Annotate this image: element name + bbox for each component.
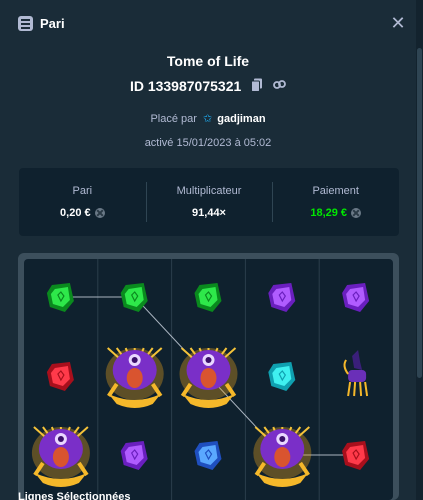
placed-by: Placé par ✩ gadjiman: [0, 112, 416, 125]
activated-date: activé 15/01/2023 à 05:02: [144, 137, 272, 149]
slot-grid-svg: [31, 259, 370, 500]
star-icon: ✩: [202, 113, 213, 125]
close-icon: ✕: [390, 13, 406, 33]
stat-label: Paiement: [312, 185, 359, 197]
green-gem-symbol: [120, 283, 148, 312]
stat-payout: Paiement 18,29 €: [272, 168, 399, 236]
purple-gem-symbol: [120, 441, 148, 470]
slot-board: [18, 253, 399, 500]
casino-list-icon: [18, 16, 33, 31]
selected-lines-label: Lignes Sélectionnées: [18, 491, 131, 500]
pharaoh-symbol: [253, 426, 312, 487]
pharaoh-symbol: [31, 426, 90, 487]
modal-header: Pari ✕: [0, 0, 416, 48]
scrollbar[interactable]: [416, 0, 423, 500]
bet-id-row: ID 133987075321: [0, 77, 416, 95]
stat-value: 91,44×: [192, 207, 226, 219]
placed-by-label: Placé par: [150, 113, 197, 125]
stat-value-row: 91,44×: [146, 207, 273, 219]
purple-gem-symbol: [342, 283, 370, 312]
stat-value-row: 18,29 €: [272, 207, 399, 219]
slot-grid: [24, 259, 393, 500]
bet-id: ID 133987075321: [129, 78, 242, 95]
red-gem-symbol: [46, 362, 74, 391]
currency-icon: [94, 208, 105, 218]
stat-value: 18,29 €: [310, 207, 348, 219]
purple-gem-symbol: [268, 283, 296, 312]
cyan-gem-symbol: [268, 362, 296, 391]
red-gem-symbol: [342, 441, 370, 470]
currency-icon: [351, 208, 362, 218]
anubis-symbol: [343, 350, 369, 397]
modal-title: Pari: [40, 16, 65, 31]
pharaoh-symbol: [105, 347, 164, 408]
pharaoh-symbol: [179, 347, 238, 408]
link-icon[interactable]: [273, 78, 286, 94]
stat-label: Pari: [72, 185, 93, 197]
username-link[interactable]: gadjiman: [217, 113, 265, 125]
green-gem-symbol: [194, 283, 222, 312]
stat-multiplier: Multiplicateur 91,44×: [145, 168, 273, 236]
close-button[interactable]: ✕: [389, 13, 407, 33]
green-gem-symbol: [46, 283, 74, 312]
blue-gem-symbol: [194, 441, 222, 470]
stat-value: 0,20 €: [60, 207, 91, 219]
bet-details-modal: Pari ✕ Tome of Life ID 133987075321 Plac…: [0, 0, 416, 500]
stat-bet: Pari 0,20 €: [19, 168, 146, 236]
stat-value-row: 0,20 €: [19, 207, 146, 219]
stats-panel: Pari 0,20 € Multiplicateur 91,44× Paieme…: [19, 168, 399, 236]
game-title[interactable]: Tome of Life: [0, 53, 416, 69]
stat-label: Multiplicateur: [176, 185, 242, 197]
scrollbar-thumb[interactable]: [417, 48, 422, 378]
copy-icon[interactable]: [251, 78, 263, 95]
